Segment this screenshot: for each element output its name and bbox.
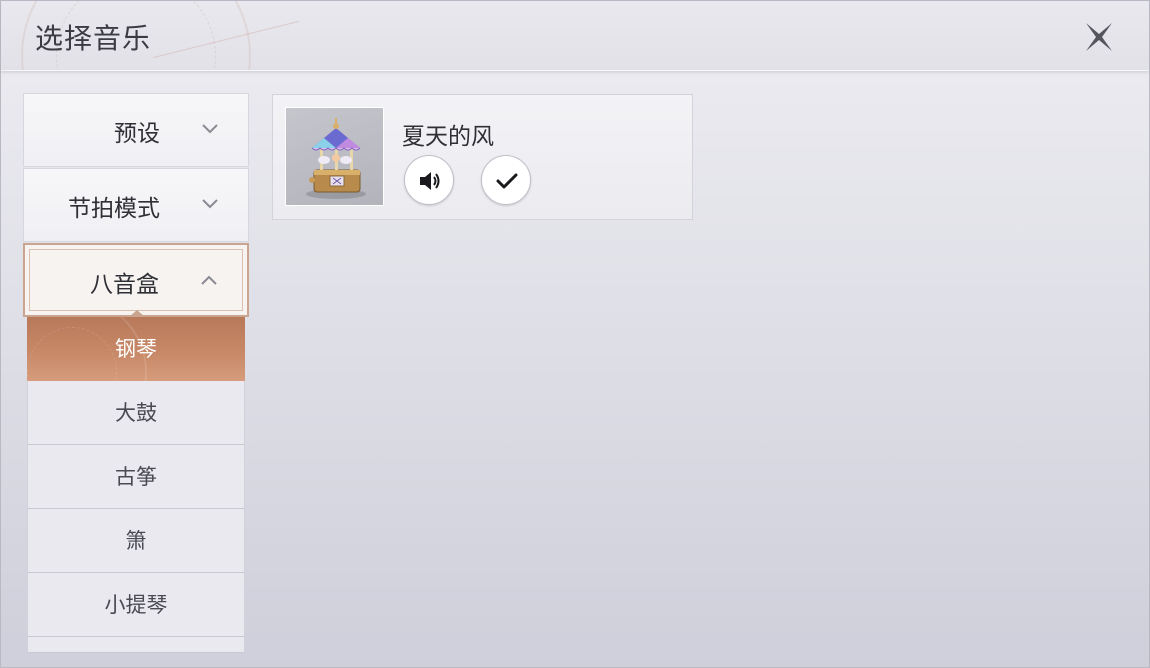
active-pointer <box>129 310 145 317</box>
check-icon <box>496 173 518 189</box>
category-beat-mode-label: 节拍模式 <box>68 196 160 222</box>
instrument-item-partial <box>27 637 245 653</box>
instrument-item-xiao[interactable]: 箫 <box>27 509 245 573</box>
category-sidebar: 预设 节拍模式 八音盒 钢琴 大鼓 古筝 箫 小提琴 <box>23 93 249 653</box>
instrument-label: 大鼓 <box>115 401 157 425</box>
instrument-label: 钢琴 <box>115 337 157 361</box>
close-button[interactable] <box>1081 19 1117 55</box>
category-beat-mode[interactable]: 节拍模式 <box>23 168 249 242</box>
instrument-item-drum[interactable]: 大鼓 <box>27 381 245 445</box>
instrument-label: 小提琴 <box>104 593 168 617</box>
chevron-down-icon <box>202 199 218 209</box>
speaker-icon <box>420 172 440 190</box>
chevron-up-icon <box>201 275 217 285</box>
header-bar: 选择音乐 <box>1 1 1149 71</box>
carousel-music-box-icon <box>306 118 366 199</box>
instrument-item-guzheng[interactable]: 古筝 <box>27 445 245 509</box>
instrument-label: 古筝 <box>115 465 157 489</box>
music-card[interactable]: 夏天的风 <box>272 94 693 220</box>
close-icon <box>1086 23 1112 51</box>
song-title: 夏天的风 <box>402 124 494 150</box>
chevron-down-icon <box>202 124 218 134</box>
category-preset-label: 预设 <box>114 121 160 147</box>
category-music-box[interactable]: 八音盒 <box>23 243 249 317</box>
preview-sound-button[interactable] <box>404 155 454 205</box>
category-music-box-label: 八音盒 <box>90 272 159 298</box>
confirm-select-button[interactable] <box>481 155 531 205</box>
music-thumbnail <box>285 107 384 206</box>
page-title: 选择音乐 <box>35 22 152 55</box>
category-preset[interactable]: 预设 <box>23 93 249 167</box>
instrument-item-piano[interactable]: 钢琴 <box>27 317 245 381</box>
music-select-panel: 选择音乐 预设 节拍模式 八音盒 钢琴 大鼓 古筝 箫 小提琴 夏天的风 <box>0 0 1150 668</box>
instrument-label: 箫 <box>125 529 147 553</box>
instrument-item-violin[interactable]: 小提琴 <box>27 573 245 637</box>
